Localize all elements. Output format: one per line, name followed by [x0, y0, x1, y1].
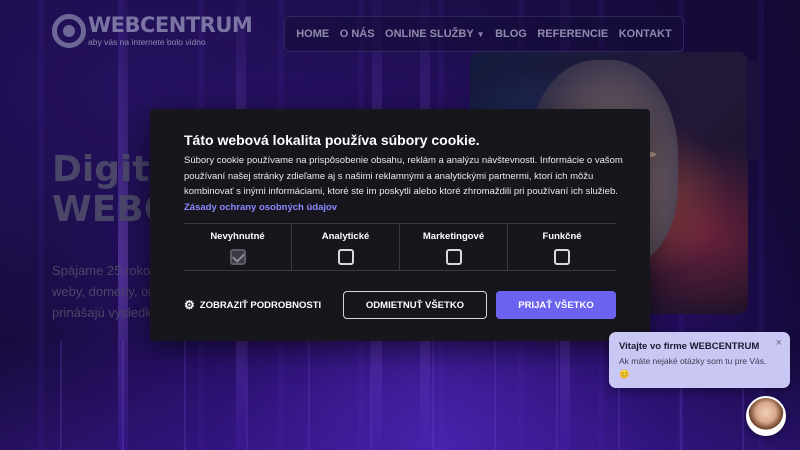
category-label: Analytické	[321, 231, 370, 242]
category-label: Funkčné	[542, 231, 582, 242]
chat-title: Vitajte vo firme WEBCENTRUM	[619, 341, 760, 352]
cookie-category-marketing: Marketingové	[400, 224, 508, 270]
smile-emoji-icon: 😊	[619, 369, 630, 379]
gear-icon: ⚙	[184, 298, 195, 312]
accept-all-button[interactable]: PRIJAŤ VŠETKO	[496, 291, 616, 319]
cookie-body: Súbory cookie používame na prispôsobenie…	[184, 153, 624, 215]
necessary-checkbox	[229, 249, 246, 265]
cookie-body-text: Súbory cookie používame na prispôsobenie…	[184, 155, 623, 197]
category-label: Marketingové	[422, 231, 485, 242]
marketing-checkbox[interactable]	[445, 249, 462, 265]
chat-avatar[interactable]	[746, 396, 786, 436]
cookie-categories: Nevyhnutné Analytické Marketingové Funkč…	[184, 223, 616, 271]
cookie-category-necessary: Nevyhnutné	[184, 224, 292, 270]
functional-checkbox[interactable]	[554, 249, 570, 265]
decline-all-button[interactable]: ODMIETNUŤ VŠETKO	[343, 291, 487, 319]
chat-message-text: Ak máte nejaké otázky som tu pre Vás.	[619, 356, 767, 366]
category-label: Nevyhnutné	[210, 231, 265, 242]
chat-bubble[interactable]: Vitajte vo firme WEBCENTRUM Ak máte neja…	[609, 332, 790, 388]
privacy-policy-link[interactable]: Zásady ochrany osobných údajov	[184, 202, 337, 213]
cookie-title: Táto webová lokalita používa súbory cook…	[184, 132, 480, 148]
chat-message: Ak máte nejaké otázky som tu pre Vás. 😊	[619, 355, 779, 381]
cookie-dialog: Táto webová lokalita používa súbory cook…	[150, 109, 650, 341]
close-icon[interactable]: ×	[776, 337, 782, 349]
cookie-category-functional: Funkčné	[508, 224, 616, 270]
show-details-button[interactable]: ⚙ ZOBRAZIŤ PODROBNOSTI	[184, 298, 321, 312]
cookie-category-analytics: Analytické	[292, 224, 400, 270]
analytics-checkbox[interactable]	[337, 249, 354, 265]
show-details-label: ZOBRAZIŤ PODROBNOSTI	[199, 299, 322, 311]
